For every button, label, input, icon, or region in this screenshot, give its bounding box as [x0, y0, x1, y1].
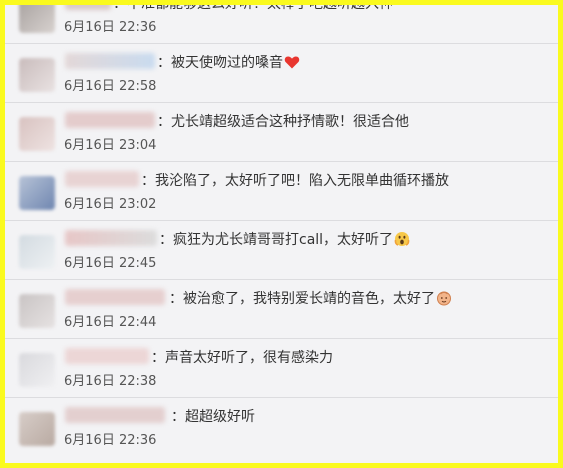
comment-time: 6月16日 23:04	[64, 138, 157, 153]
comment-text: ：我沦陷了，太好听了吧！陷入无限单曲循环播放	[141, 173, 449, 189]
comment-time: 6月16日 22:44	[64, 315, 157, 330]
username[interactable]	[65, 230, 157, 246]
username[interactable]	[65, 407, 165, 423]
comment-text: ：被天使吻过的嗓音	[157, 52, 300, 72]
comment-time: 6月16日 22:36	[64, 20, 157, 35]
avatar[interactable]	[19, 176, 55, 210]
avatar[interactable]	[19, 412, 55, 446]
comment-time: 6月16日 22:45	[64, 256, 157, 271]
comment-time: 6月16日 22:36	[64, 433, 157, 448]
comment-item: ：疯狂为尤长靖哥哥打call，太好听了 6月16日 22:45	[5, 221, 558, 280]
username[interactable]	[65, 289, 165, 305]
username[interactable]	[65, 112, 155, 128]
username[interactable]	[65, 53, 155, 69]
comment-text: ：尤长靖超级适合这种抒情歌！很适合他	[157, 114, 409, 130]
username[interactable]	[65, 171, 139, 187]
comment-text: ：声音太好听了，很有感染力	[151, 350, 333, 366]
avatar[interactable]	[19, 235, 55, 269]
comment-text: ：被治愈了，我特别爱长靖的音色，太好了	[169, 288, 452, 308]
avatar[interactable]	[19, 5, 55, 33]
comment-item: ：尤长靖超级适合这种抒情歌！很适合他 6月16日 23:04	[5, 103, 558, 162]
comment-text: ：不准都能够这么好听！太棒了吧越听越入神	[113, 0, 393, 12]
comment-item: ：超超级好听 6月16日 22:36	[5, 398, 558, 456]
comment-item: ：声音太好听了，很有感染力 6月16日 22:38	[5, 339, 558, 398]
heart-emoji	[284, 56, 300, 69]
username[interactable]	[65, 348, 149, 364]
comment-time: 6月16日 22:58	[64, 79, 157, 94]
avatar[interactable]	[19, 58, 55, 92]
avatar[interactable]	[19, 353, 55, 387]
comment-item: ：我沦陷了，太好听了吧！陷入无限单曲循环播放 6月16日 23:02	[5, 162, 558, 221]
comment-list-panel: ：不准都能够这么好听！太棒了吧越听越入神 6月16日 22:36 ：被天使吻过的…	[0, 0, 563, 468]
face-emoji	[437, 291, 451, 306]
comment-time: 6月16日 23:02	[64, 197, 157, 212]
comment-item: ：被治愈了，我特别爱长靖的音色，太好了 6月16日 22:44	[5, 280, 558, 339]
comment-time: 6月16日 22:38	[64, 374, 157, 389]
comment-text: ：疯狂为尤长靖哥哥打call，太好听了	[159, 229, 410, 249]
comment-item: ：不准都能够这么好听！太棒了吧越听越入神 6月16日 22:36	[5, 0, 558, 44]
avatar[interactable]	[19, 117, 55, 151]
comment-text: ：超超级好听	[171, 409, 255, 425]
avatar[interactable]	[19, 294, 55, 328]
comment-item: ：被天使吻过的嗓音 6月16日 22:58	[5, 44, 558, 103]
scream-face-emoji	[394, 232, 410, 246]
username[interactable]	[65, 5, 111, 10]
